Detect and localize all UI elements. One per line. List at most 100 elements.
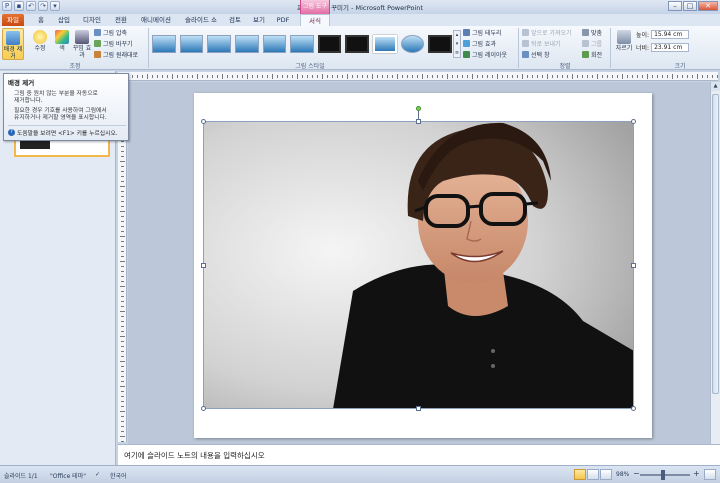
tab-view[interactable]: 보기 — [250, 14, 268, 26]
group-icon — [582, 40, 589, 47]
zoom-slider-knob[interactable] — [661, 470, 665, 480]
theme-name: "Office 테마" — [50, 473, 86, 480]
tab-file[interactable]: 파일 — [2, 14, 24, 26]
ruler-tick — [377, 75, 378, 78]
resize-handle-nw[interactable] — [201, 119, 206, 124]
remove-background-icon — [6, 31, 20, 45]
ruler-tick — [192, 75, 193, 78]
picture-border-label: 그림 테두리 — [472, 30, 502, 37]
tooltip-line: 그림 중 원치 않는 부분을 자동으로 — [14, 91, 98, 97]
ruler-tick — [572, 74, 573, 79]
resize-handle-w[interactable] — [201, 263, 206, 268]
resize-handle-e[interactable] — [631, 263, 636, 268]
tab-animations[interactable]: 애니메이션 — [136, 14, 176, 26]
zoom-in-icon[interactable]: + — [693, 469, 700, 478]
ruler-tick — [432, 75, 433, 78]
ruler-tick — [622, 74, 623, 79]
rotate-button[interactable]: 회전 — [582, 50, 602, 59]
artistic-effects-icon — [75, 30, 89, 44]
notes-pane[interactable]: 여기에 슬라이드 노트의 내용을 입력하십시오 — [118, 444, 720, 465]
compress-pictures-button[interactable]: 그림 압축 — [94, 28, 127, 37]
ruler-tick — [527, 75, 528, 78]
resize-handle-s[interactable] — [416, 406, 421, 411]
tooltip-line: 제거합니다. — [14, 98, 43, 104]
picture-layout-button[interactable]: 그림 레이아웃 — [463, 50, 507, 59]
horizontal-ruler — [118, 72, 718, 81]
style-thumbnail[interactable] — [234, 35, 259, 53]
zoom-slider[interactable] — [640, 474, 690, 476]
style-thumbnail[interactable] — [152, 35, 176, 53]
title-bar: P ▪ ↶ ↷ ▾ 프로필 사진 꾸미기 - Microsoft PowerPo… — [0, 0, 720, 14]
ruler-tick — [482, 75, 483, 78]
color-button[interactable]: 색 — [54, 28, 70, 60]
ruler-tick — [682, 75, 683, 78]
picture-effects-button[interactable]: 그림 효과 — [463, 39, 496, 48]
remove-background-button[interactable]: 배경 제거 — [2, 28, 24, 60]
height-label: 높이: — [636, 32, 650, 39]
zoom-out-icon[interactable]: − — [633, 469, 640, 478]
change-picture-button[interactable]: 그림 바꾸기 — [94, 39, 133, 48]
normal-view-icon[interactable] — [574, 469, 586, 480]
artistic-effects-button[interactable]: 꾸밈 효과 — [72, 28, 92, 60]
style-thumbnail[interactable] — [179, 35, 204, 53]
tab-transitions[interactable]: 전환 — [110, 14, 132, 26]
tab-format[interactable]: 서식 — [300, 14, 330, 26]
minimize-icon[interactable]: – — [668, 1, 682, 11]
ruler-tick — [121, 306, 124, 307]
tab-pdf[interactable]: PDF — [274, 14, 292, 26]
style-thumbnail[interactable] — [290, 35, 314, 53]
reset-picture-button[interactable]: 그림 원래대로 — [94, 50, 138, 59]
spellcheck-icon[interactable]: ✓ — [95, 471, 100, 478]
ruler-tick — [507, 75, 508, 78]
style-thumbnail[interactable] — [428, 35, 452, 53]
width-field[interactable]: 23.91 cm — [651, 43, 690, 52]
crop-button[interactable]: 자르기 — [613, 28, 635, 60]
close-icon[interactable]: ✕ — [698, 1, 718, 11]
tab-insert[interactable]: 삽입 — [54, 14, 74, 26]
ruler-tick — [121, 326, 124, 327]
scroll-up-icon[interactable]: ▲ — [711, 82, 720, 91]
scroll-thumb[interactable] — [712, 94, 719, 394]
style-thumbnail[interactable] — [400, 35, 425, 53]
vertical-scrollbar[interactable]: ▲ — [710, 82, 720, 444]
style-thumbnail[interactable] — [207, 35, 231, 53]
reading-view-icon[interactable] — [600, 469, 612, 480]
style-thumbnail[interactable] — [317, 35, 342, 53]
maximize-icon[interactable]: □ — [683, 1, 697, 11]
send-backward-button[interactable]: 뒤로 보내기 — [522, 39, 561, 48]
color-icon — [55, 30, 69, 44]
resize-handle-ne[interactable] — [631, 119, 636, 124]
zoom-level[interactable]: 98% — [616, 471, 629, 478]
ruler-tick — [177, 75, 178, 78]
ruler-tick — [342, 75, 343, 78]
style-thumbnail[interactable] — [262, 35, 287, 53]
resize-handle-se[interactable] — [631, 406, 636, 411]
picture-border-button[interactable]: 그림 테두리 — [463, 28, 502, 37]
ruler-tick — [307, 75, 308, 78]
tab-home[interactable]: 홈 — [34, 14, 48, 26]
ruler-tick — [467, 75, 468, 78]
fit-to-window-icon[interactable] — [704, 469, 716, 480]
selection-pane-button[interactable]: 선택 창 — [522, 50, 549, 59]
ruler-tick — [187, 75, 188, 78]
ruler-tick — [692, 75, 693, 78]
slide-sorter-icon[interactable] — [587, 469, 599, 480]
tooltip-help: ? 도움말을 보려면 <F1> 키를 누르십시오. — [8, 125, 126, 137]
height-field[interactable]: 15.94 cm — [651, 30, 690, 39]
tab-design[interactable]: 디자인 — [78, 14, 106, 26]
gallery-scroll-buttons[interactable]: ▴ ▾ ≡ — [453, 30, 461, 58]
tab-slideshow[interactable]: 슬라이드 쇼 — [180, 14, 222, 26]
style-thumbnail[interactable] — [345, 35, 370, 53]
align-button[interactable]: 맞춤 — [582, 28, 602, 37]
resize-handle-sw[interactable] — [201, 406, 206, 411]
style-thumbnail[interactable] — [373, 35, 397, 53]
tab-review[interactable]: 검토 — [226, 14, 244, 26]
ruler-tick — [222, 74, 223, 79]
corrections-button[interactable]: 수정 — [28, 28, 52, 60]
group-button[interactable]: 그룹 — [582, 39, 602, 48]
language-indicator[interactable]: 한국어 — [110, 471, 127, 480]
ruler-tick — [282, 75, 283, 78]
resize-handle-n[interactable] — [416, 119, 421, 124]
ruler-tick — [267, 75, 268, 78]
bring-forward-button[interactable]: 앞으로 가져오기 — [522, 28, 572, 37]
